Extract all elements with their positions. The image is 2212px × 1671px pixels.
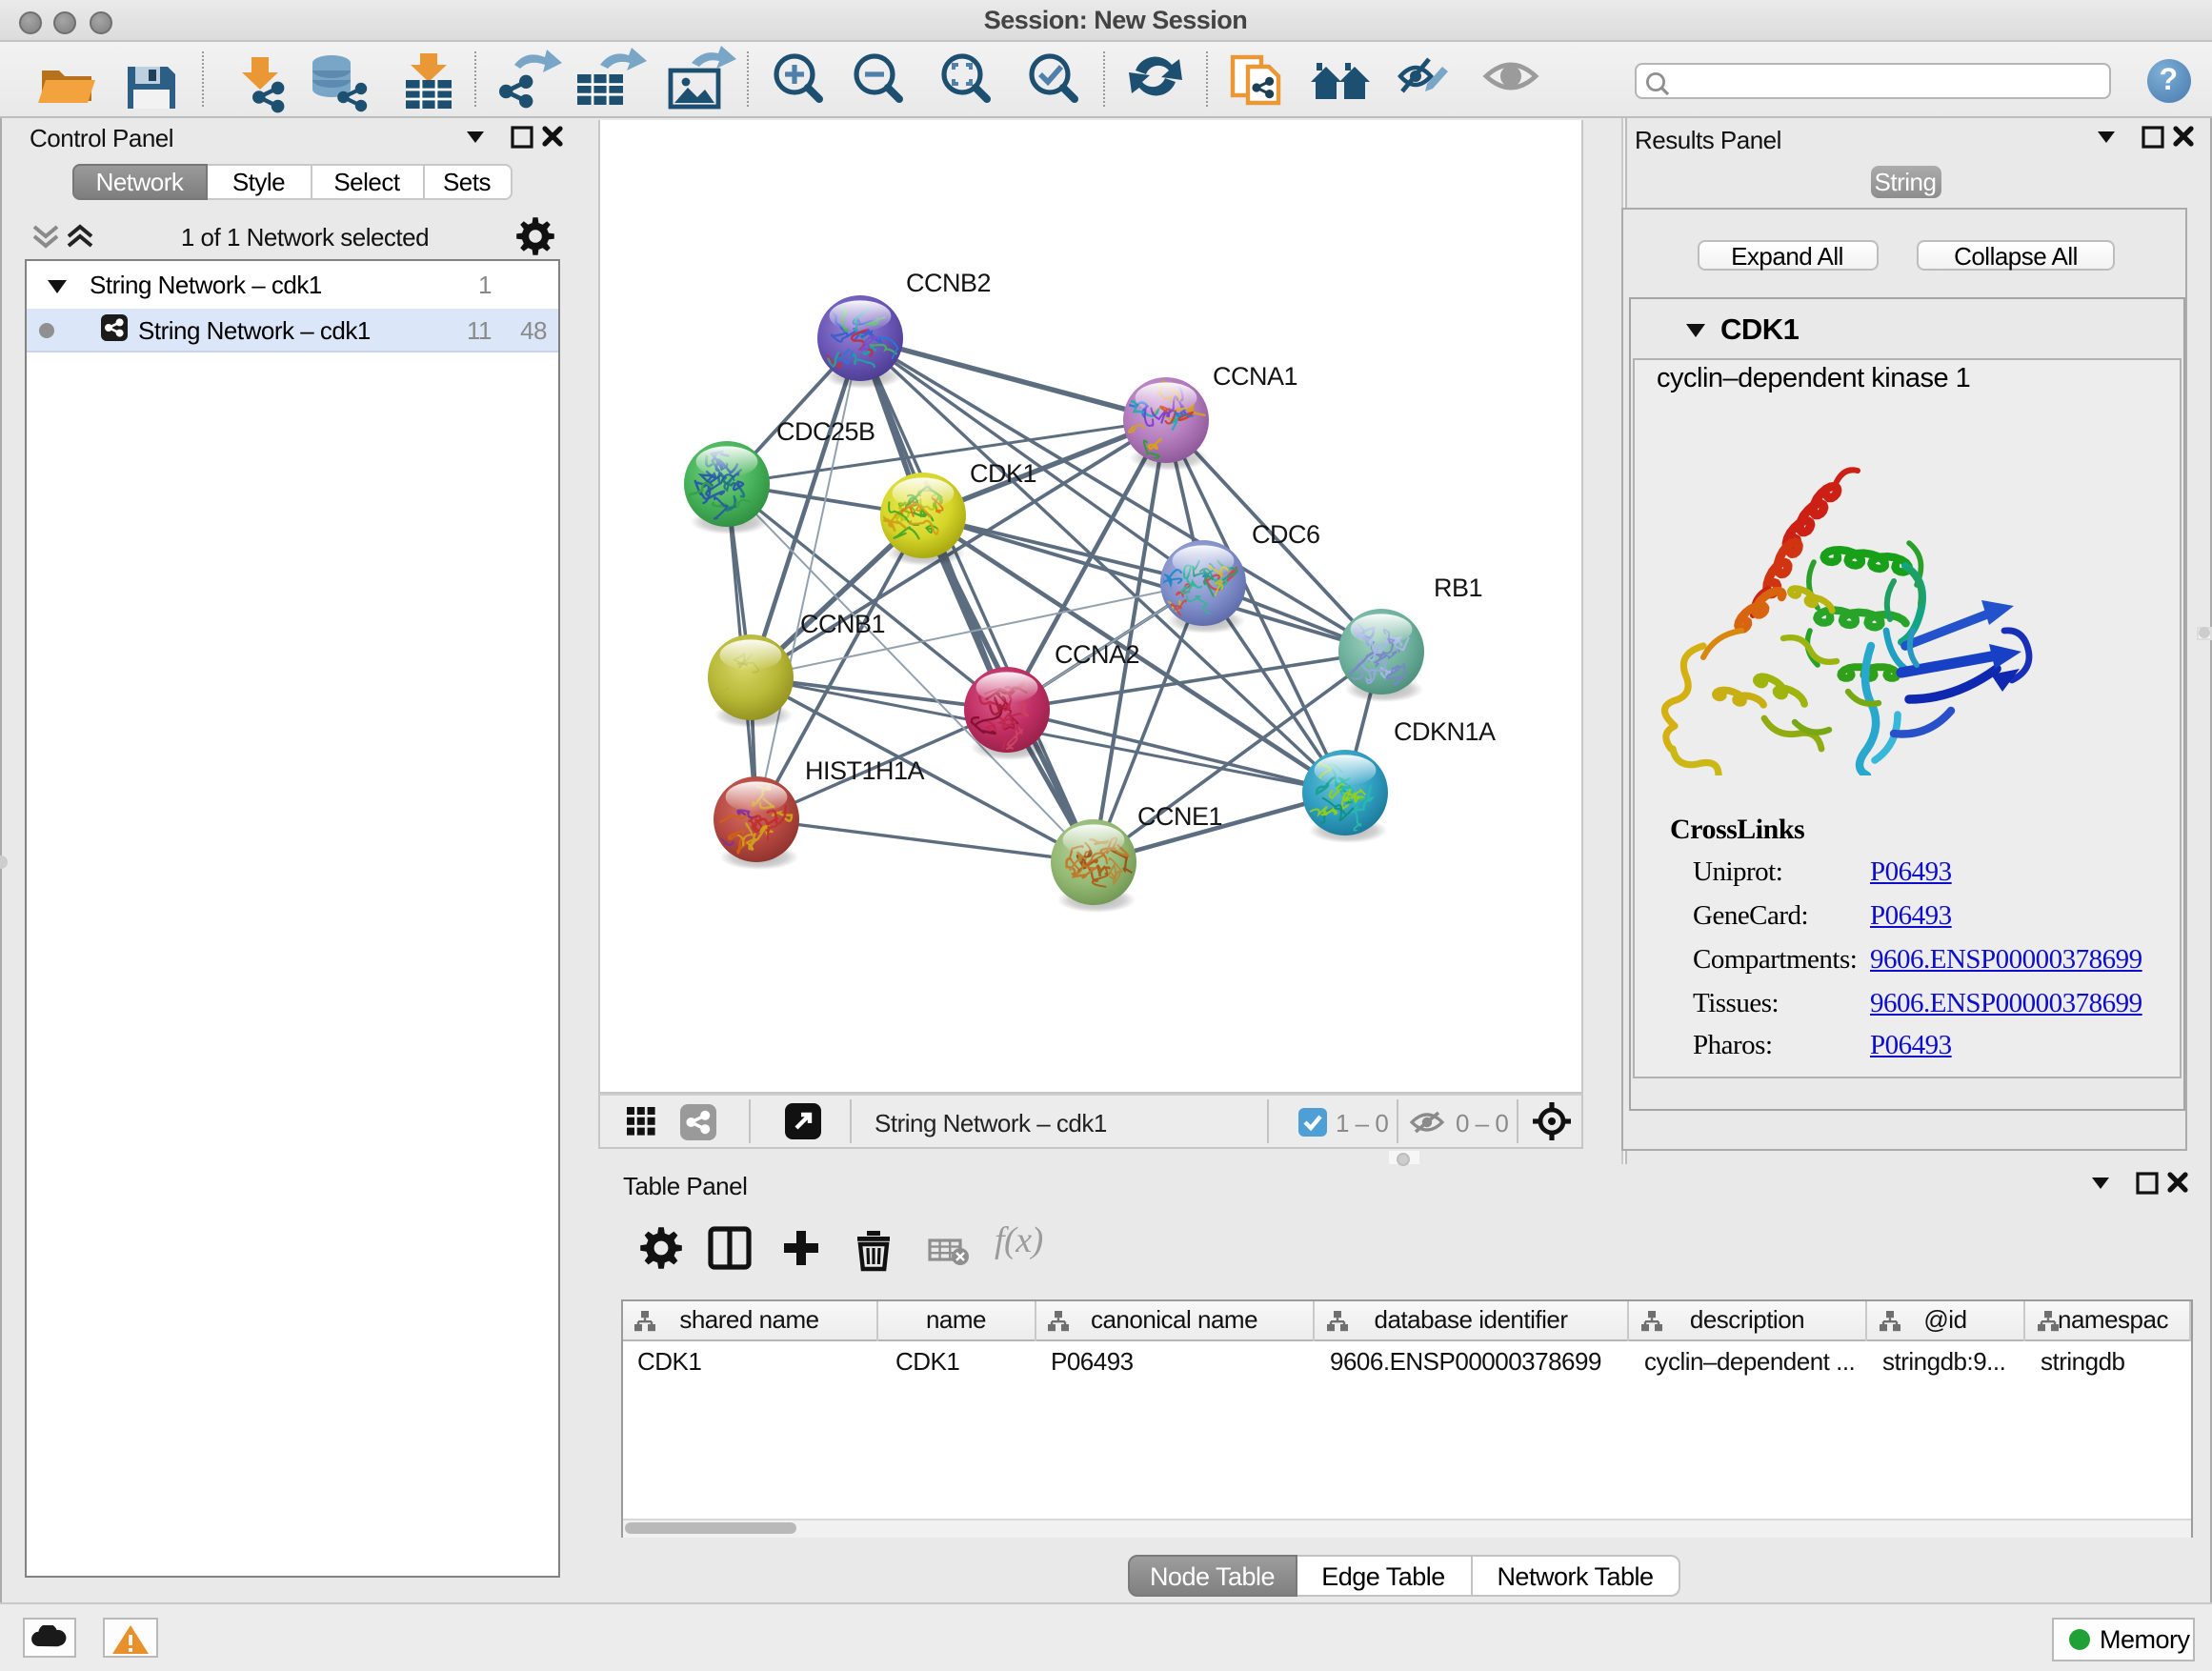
svg-text:CCNE1: CCNE1 — [1137, 802, 1222, 831]
svg-text:CDC6: CDC6 — [1252, 520, 1320, 549]
svg-text:CDK1: CDK1 — [970, 459, 1036, 488]
svg-text:CCNB1: CCNB1 — [800, 610, 885, 638]
svg-text:CCNA1: CCNA1 — [1213, 362, 1297, 391]
svg-text:CCNA2: CCNA2 — [1055, 640, 1139, 669]
svg-text:CDKN1A: CDKN1A — [1394, 717, 1496, 746]
svg-text:CDC25B: CDC25B — [776, 417, 875, 446]
svg-text:CCNB2: CCNB2 — [906, 269, 991, 297]
svg-text:HIST1H1A: HIST1H1A — [805, 756, 925, 785]
svg-text:RB1: RB1 — [1434, 574, 1482, 602]
